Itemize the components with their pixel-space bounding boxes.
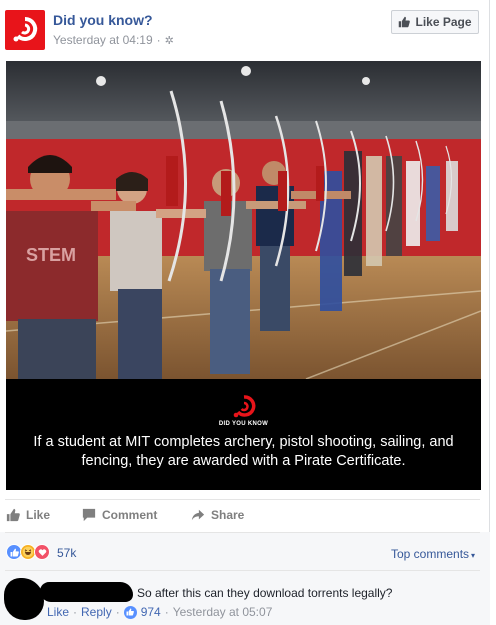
like-page-label: Like Page bbox=[415, 15, 472, 29]
comment-like-count[interactable]: 974 bbox=[141, 605, 161, 619]
archery-class-photo: STEM bbox=[6, 61, 481, 379]
comment-reply-link[interactable]: Reply bbox=[81, 605, 112, 619]
top-comments-label: Top comments bbox=[391, 547, 470, 561]
comment-button[interactable]: Comment bbox=[82, 508, 157, 522]
comment-timestamp[interactable]: Yesterday at 05:07 bbox=[173, 605, 273, 619]
commenter-avatar-redacted[interactable] bbox=[4, 578, 44, 620]
post-meta: Yesterday at 04:19 · ✲ bbox=[53, 33, 174, 47]
meta-separator: · bbox=[156, 33, 161, 47]
comment-separator: · bbox=[73, 605, 78, 619]
like-button[interactable]: Like bbox=[6, 508, 50, 522]
comment-meta: Like · Reply · 974 · Yesterday at 05:07 bbox=[47, 605, 272, 619]
caret-down-icon: ▾ bbox=[471, 551, 476, 560]
did-you-know-watermark: DID YOU KNOW bbox=[6, 394, 481, 427]
did-you-know-logo-icon bbox=[233, 395, 255, 418]
share-arrow-icon bbox=[191, 509, 205, 521]
post-timestamp[interactable]: Yesterday at 04:19 bbox=[53, 33, 153, 47]
comment-label: Comment bbox=[102, 508, 158, 522]
divider bbox=[5, 499, 480, 500]
like-label: Like bbox=[26, 508, 51, 522]
share-label: Share bbox=[211, 508, 245, 522]
reaction-count[interactable]: 57k bbox=[57, 546, 76, 560]
commenter-name-redacted[interactable] bbox=[40, 582, 133, 602]
page-avatar[interactable] bbox=[5, 10, 45, 50]
globe-icon[interactable]: ✲ bbox=[165, 34, 174, 47]
share-button[interactable]: Share bbox=[191, 508, 244, 522]
photo-caption: If a student at MIT completes archery, p… bbox=[33, 434, 454, 469]
shirt-text: STEM bbox=[26, 245, 76, 265]
watermark-text: DID YOU KNOW bbox=[218, 421, 269, 427]
comment-icon bbox=[82, 508, 96, 522]
love-icon bbox=[34, 544, 50, 560]
page-name[interactable]: Did you know? bbox=[53, 12, 153, 28]
did-you-know-logo-icon bbox=[13, 16, 38, 42]
post-photo[interactable]: STEM DID YOU KNOW If a student at MIT co… bbox=[6, 61, 481, 490]
comment-separator: · bbox=[115, 605, 120, 619]
comment-like-link[interactable]: Like bbox=[47, 605, 69, 619]
like-icon bbox=[123, 605, 137, 619]
comment-separator: · bbox=[164, 605, 169, 619]
divider bbox=[5, 570, 480, 571]
divider bbox=[5, 532, 480, 533]
post-card: Did you know? Yesterday at 04:19 · ✲ Lik… bbox=[0, 0, 490, 625]
comment-text: So after this can they download torrents… bbox=[137, 586, 393, 600]
thumbs-up-icon bbox=[6, 508, 20, 522]
top-comments-dropdown[interactable]: Top comments ▾ bbox=[391, 547, 475, 561]
thumbs-up-icon bbox=[399, 16, 411, 28]
reaction-icons[interactable] bbox=[6, 544, 50, 560]
like-page-button[interactable]: Like Page bbox=[391, 10, 479, 34]
